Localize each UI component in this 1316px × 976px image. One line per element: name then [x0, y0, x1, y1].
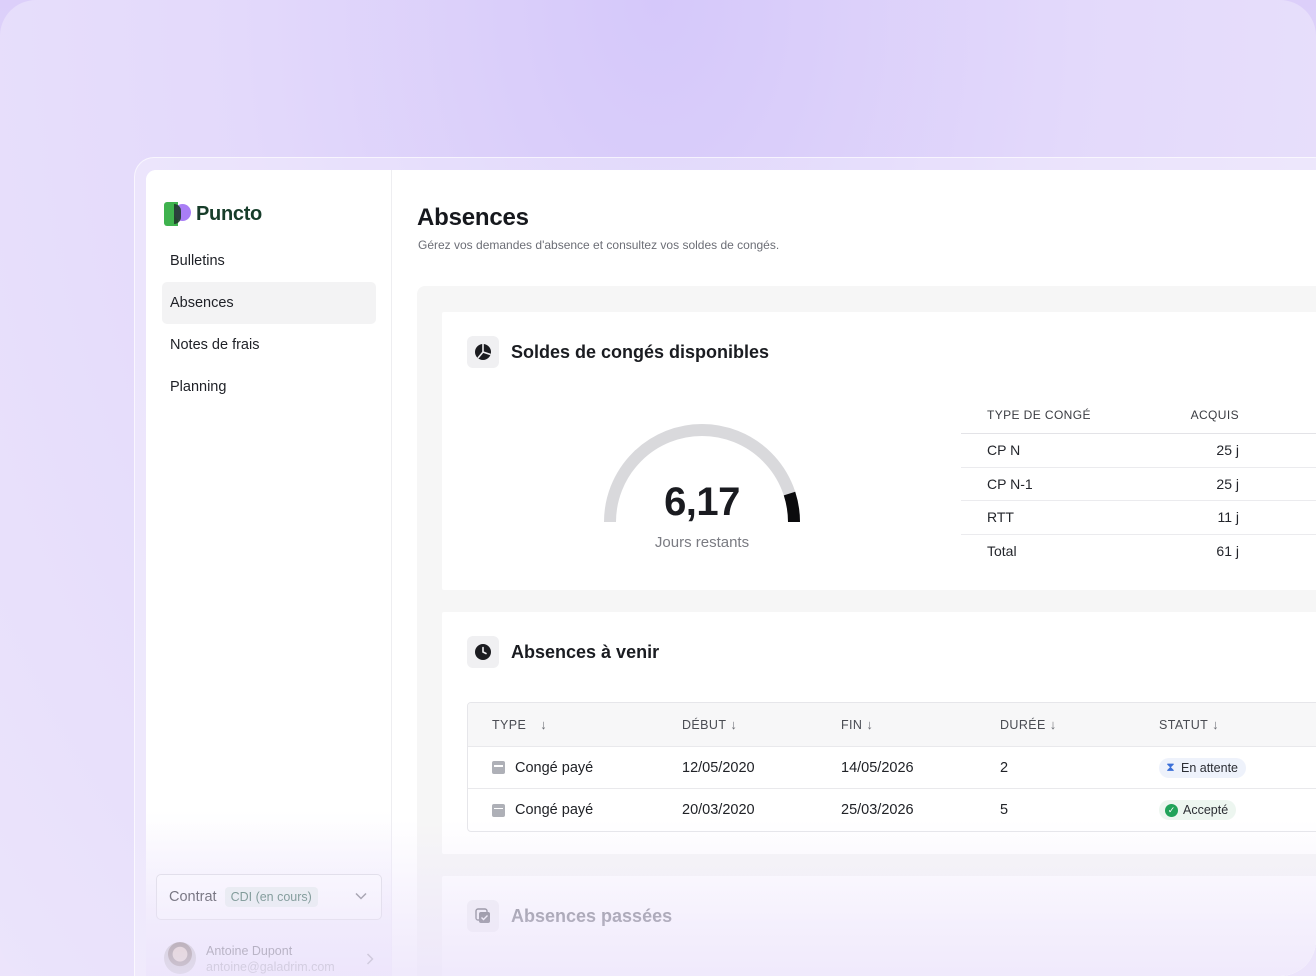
upcoming-header: Absences à venir [467, 636, 659, 668]
chevron-right-icon [366, 952, 374, 968]
sort-arrow-icon: ↓ [540, 717, 548, 732]
statut-cell: ⧗ En attente [1159, 757, 1316, 778]
column-duree[interactable]: DURÉE ↓ [1000, 717, 1159, 732]
brand-name: Puncto [196, 202, 262, 225]
soldes-title: Soldes de congés disponibles [511, 341, 770, 362]
column-statut[interactable]: STATUT ↓ [1159, 717, 1316, 732]
column-debut[interactable]: DÉBUT ↓ [682, 717, 841, 732]
past-header: Absences passées [467, 900, 672, 932]
soldes-header: Soldes de congés disponibles [467, 336, 769, 368]
debut-cell: 12/05/2020 [682, 759, 755, 776]
sidebar-item-bulletins[interactable]: Bulletins [162, 240, 376, 282]
table-row[interactable]: Congé payé 12/05/2020 14/05/2026 2 ⧗ En … [468, 747, 1316, 789]
main-content: Absences Gérez vos demandes d'absence et… [392, 170, 1316, 976]
sort-arrow-icon: ↓ [1049, 717, 1057, 732]
fin-cell: 14/05/2026 [841, 759, 914, 776]
total-value: 61 j [1216, 543, 1239, 560]
past-title: Absences passées [511, 905, 673, 926]
logo-icon [164, 202, 192, 226]
upcoming-table: TYPE ↓ DÉBUT ↓ FIN ↓ DURÉE ↓ STATUT ↓ Congé p… [467, 702, 1316, 832]
column-type-label: TYPE [492, 717, 527, 732]
duree-cell: 5 [1000, 802, 1009, 818]
total-label: Total [987, 543, 1017, 560]
sidebar-item-notes-de-frais[interactable]: Notes de frais [162, 324, 376, 366]
history-check-icon [467, 900, 499, 932]
background: Puncto Bulletins Absences Notes de frais… [0, 0, 1316, 976]
table-header-row: TYPE ↓ DÉBUT ↓ FIN ↓ DURÉE ↓ STATUT ↓ [468, 703, 1316, 747]
table-row[interactable]: Congé payé 20/03/2020 25/03/2026 5 ✓ Acc… [468, 789, 1316, 831]
calendar-icon [492, 803, 505, 817]
contract-select[interactable]: Contrat CDI (en cours) [156, 874, 382, 920]
column-debut-label: DÉBUT [682, 718, 727, 732]
user-email: antoine@galadrim.com [206, 960, 335, 974]
solde-acquis-cell: 25 j [1216, 475, 1239, 492]
brand-logo[interactable]: Puncto [164, 202, 262, 226]
clock-icon [467, 636, 499, 668]
user-name: Antoine Dupont [206, 944, 293, 958]
upcoming-card: Absences à venir TYPE ↓ DÉBUT ↓ FIN ↓ DURÉE… [442, 612, 1316, 854]
remaining-days-gauge: 6,17 Jours restants [602, 414, 802, 554]
user-menu[interactable]: Antoine Dupont antoine@galadrim.com [164, 942, 374, 976]
check-circle-icon: ✓ [1165, 803, 1178, 817]
type-text: Congé payé [515, 759, 594, 776]
sidebar-item-absences[interactable]: Absences [162, 282, 376, 324]
page-subtitle: Gérez vos demandes d'absence et consulte… [418, 238, 780, 252]
soldes-card: Soldes de congés disponibles 6,17 Jours … [442, 312, 1316, 590]
table-row: CP N 25 j [961, 434, 1316, 468]
contract-badge: CDI (en cours) [224, 887, 318, 907]
pie-chart-icon [467, 336, 499, 368]
type-cell: Congé payé [468, 802, 682, 818]
content-panel: Soldes de congés disponibles 6,17 Jours … [417, 286, 1316, 976]
status-badge: ⧗ En attente [1159, 757, 1246, 778]
gauge-value: 6,17 [664, 480, 740, 524]
column-duree-label: DURÉE [1000, 718, 1046, 732]
sidebar-nav: Bulletins Absences Notes de frais Planni… [162, 240, 376, 408]
header-type-conge: TYPE DE CONGÉ [987, 407, 1091, 422]
hourglass-icon: ⧗ [1166, 760, 1175, 774]
gauge-label: Jours restants [654, 534, 750, 551]
solde-type-cell: RTT [987, 509, 1014, 526]
table-row: RTT 11 j [961, 501, 1316, 535]
solde-type-cell: CP N-1 [987, 475, 1033, 492]
solde-type-cell: CP N [987, 442, 1021, 459]
duree-cell: 2 [1000, 759, 1009, 776]
status-badge: ✓ Accepté [1159, 800, 1237, 820]
status-text: Accepté [1183, 803, 1229, 817]
soldes-table: TYPE DE CONGÉ ACQUIS CP N 25 j CP N-1 25… [961, 396, 1316, 568]
avatar [164, 942, 196, 974]
page-title: Absences [417, 204, 529, 231]
total-row: Total 61 j [961, 535, 1316, 569]
column-fin[interactable]: FIN ↓ [841, 717, 1000, 732]
upcoming-title: Absences à venir [511, 641, 660, 662]
status-text: En attente [1181, 760, 1238, 775]
sidebar-item-planning[interactable]: Planning [162, 366, 376, 408]
solde-acquis-cell: 25 j [1216, 442, 1239, 459]
table-row: CP N-1 25 j [961, 468, 1316, 501]
contract-label: Contrat [169, 889, 217, 905]
column-fin-label: FIN [841, 718, 863, 732]
debut-cell: 20/03/2020 [682, 802, 755, 818]
type-cell: Congé payé [468, 760, 682, 776]
fin-cell: 25/03/2026 [841, 802, 914, 818]
column-type[interactable]: TYPE ↓ [468, 717, 682, 732]
type-text: Congé payé [515, 802, 594, 818]
table-header-row: TYPE DE CONGÉ ACQUIS [961, 396, 1316, 434]
sidebar: Puncto Bulletins Absences Notes de frais… [146, 170, 392, 976]
sort-arrow-icon: ↓ [1212, 717, 1220, 732]
past-card: Absences passées [442, 876, 1316, 976]
calendar-icon [492, 761, 505, 774]
column-statut-label: STATUT [1159, 718, 1209, 732]
sort-arrow-icon: ↓ [730, 717, 738, 732]
sort-arrow-icon: ↓ [866, 717, 874, 732]
solde-acquis-cell: 11 j [1217, 509, 1239, 526]
statut-cell: ✓ Accepté [1159, 800, 1316, 820]
header-acquis: ACQUIS [1190, 407, 1239, 422]
app-window: Puncto Bulletins Absences Notes de frais… [146, 170, 1316, 976]
chevron-down-icon [355, 889, 367, 903]
